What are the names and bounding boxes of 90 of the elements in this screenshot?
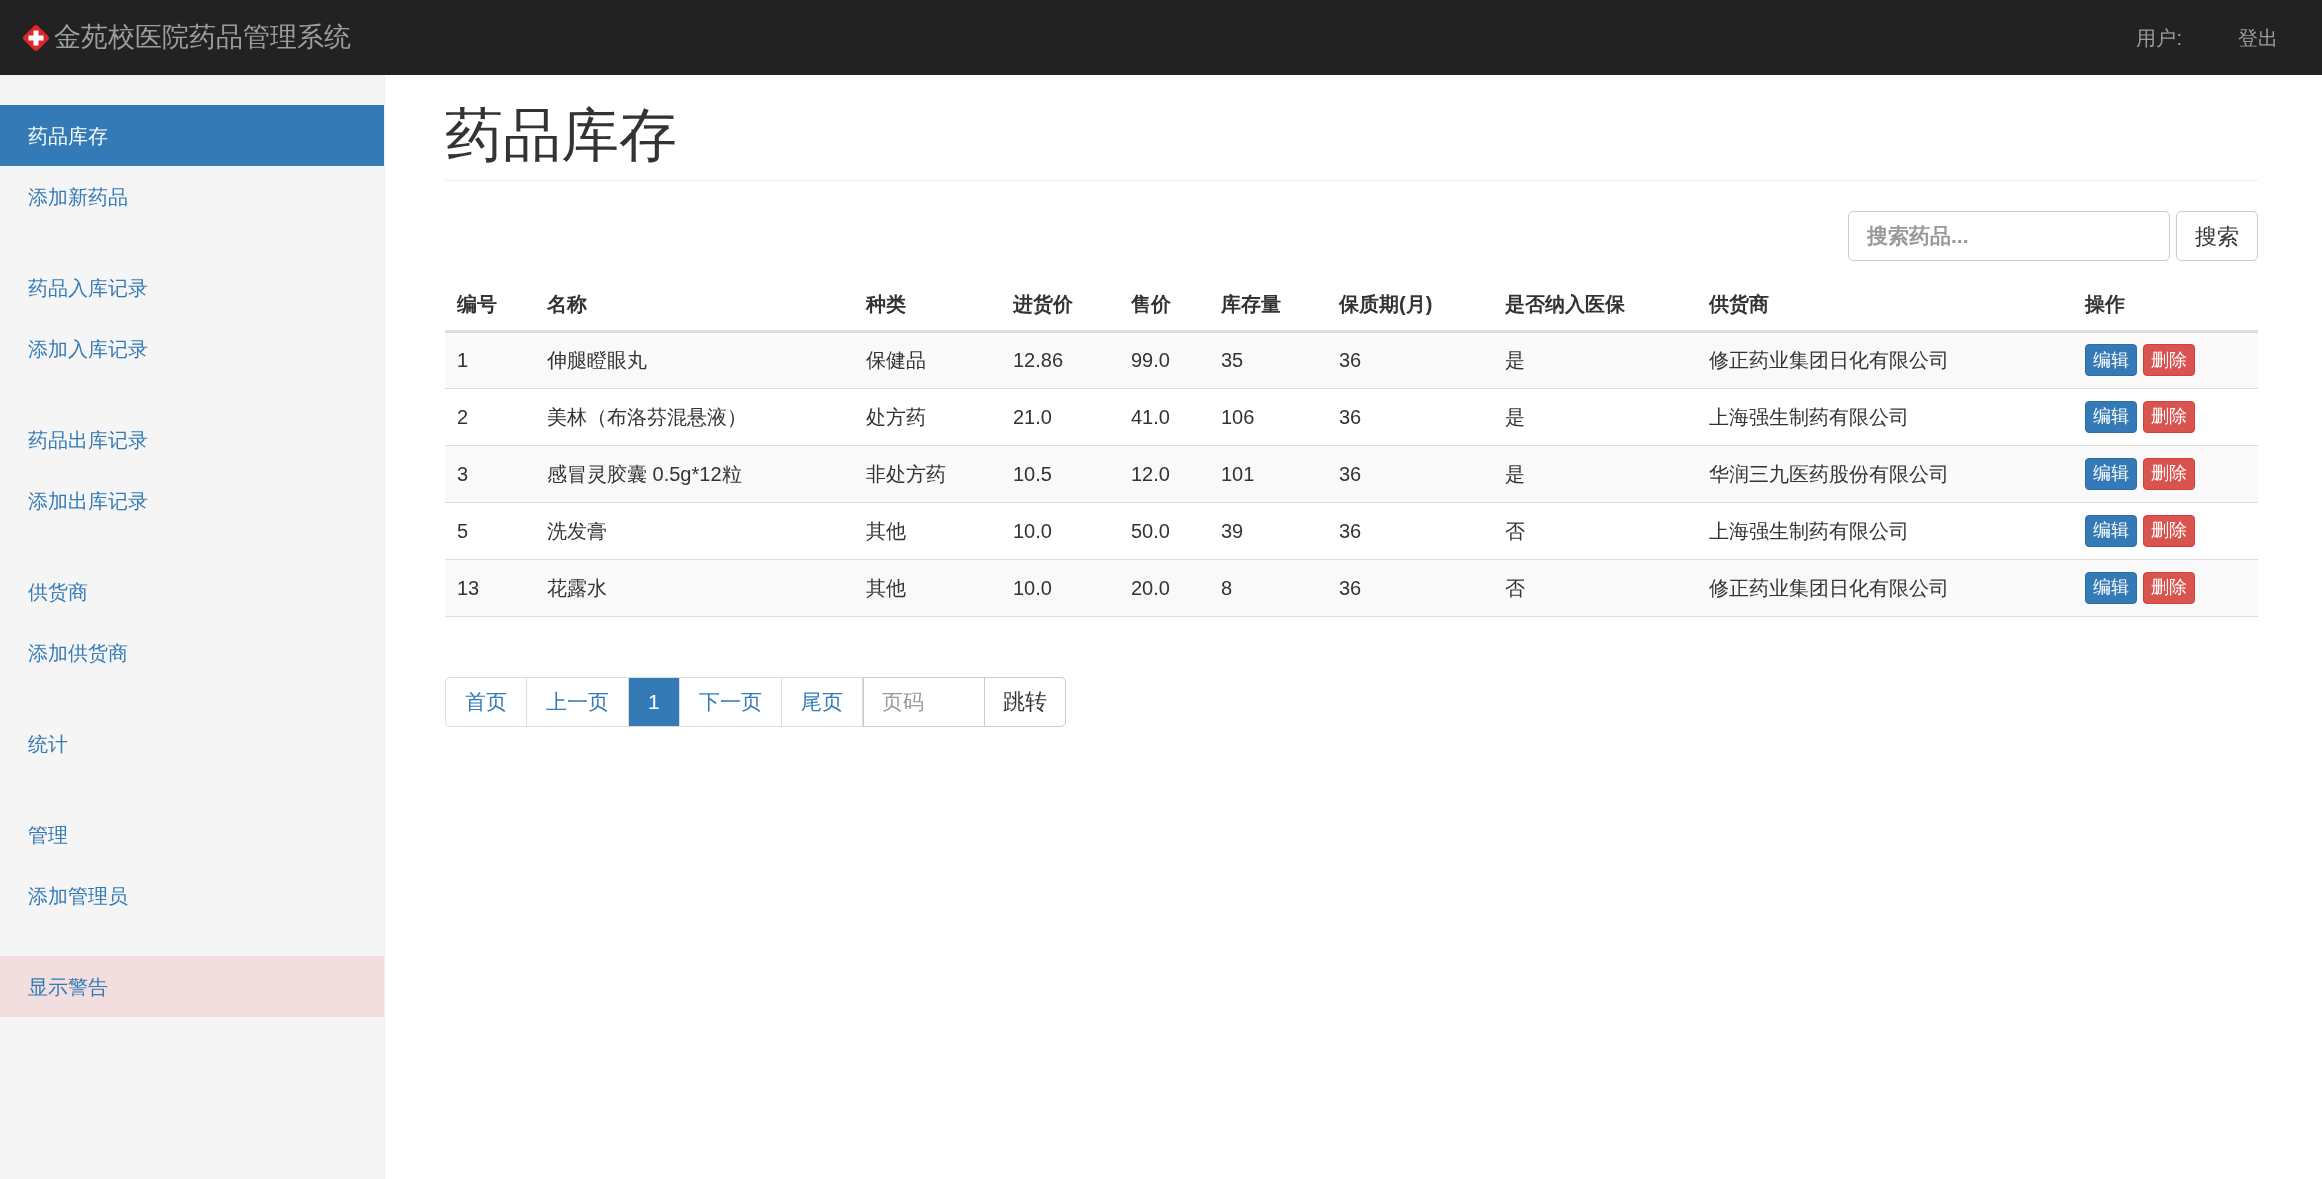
table-cell: 否 — [1493, 502, 1697, 560]
table-cell: 101 — [1209, 445, 1327, 503]
table-cell: 8 — [1209, 559, 1327, 617]
table-cell: 36 — [1327, 445, 1493, 503]
jump-button[interactable]: 跳转 — [983, 676, 1066, 727]
table-cell: 21.0 — [1001, 388, 1119, 446]
table-cell: 39 — [1209, 502, 1327, 560]
table-cell: 修正药业集团日化有限公司 — [1697, 559, 2073, 617]
sidebar-item[interactable]: 统计 — [0, 713, 384, 774]
column-header: 库存量 — [1209, 277, 1327, 332]
table-cell: 感冒灵胶囊 0.5g*12粒 — [535, 445, 854, 503]
column-header: 是否纳入医保 — [1493, 277, 1697, 332]
edit-button[interactable]: 编辑 — [2085, 344, 2137, 377]
table-cell: 10.5 — [1001, 445, 1119, 503]
table-cell: 伸腿瞪眼丸 — [535, 331, 854, 389]
table-cell: 1 — [445, 331, 535, 389]
brand-title[interactable]: 金苑校医院药品管理系统 — [54, 17, 351, 58]
sidebar-item[interactable]: 添加入库记录 — [0, 318, 384, 379]
edit-button[interactable]: 编辑 — [2085, 400, 2137, 433]
edit-button[interactable]: 编辑 — [2085, 571, 2137, 604]
table-cell: 35 — [1209, 331, 1327, 389]
sidebar-item[interactable]: 显示警告 — [0, 956, 384, 1017]
table-cell: 非处方药 — [854, 445, 1001, 503]
sidebar-item[interactable]: 添加管理员 — [0, 865, 384, 926]
table-cell: 36 — [1327, 559, 1493, 617]
delete-button[interactable]: 删除 — [2143, 571, 2195, 604]
table-cell: 36 — [1327, 331, 1493, 389]
table-cell: 保健品 — [854, 331, 1001, 389]
column-header: 操作 — [2073, 277, 2258, 332]
column-header: 编号 — [445, 277, 535, 332]
delete-button[interactable]: 删除 — [2143, 514, 2195, 547]
table-cell: 花露水 — [535, 559, 854, 617]
table-cell: 华润三九医药股份有限公司 — [1697, 445, 2073, 503]
pagination-link[interactable]: 下一页 — [678, 676, 782, 727]
table-cell: 3 — [445, 445, 535, 503]
table-cell: 12.0 — [1119, 445, 1209, 503]
delete-button[interactable]: 删除 — [2143, 457, 2195, 490]
sidebar-item[interactable]: 管理 — [0, 804, 384, 865]
table-cell: 10.0 — [1001, 559, 1119, 617]
column-header: 供货商 — [1697, 277, 2073, 332]
sidebar-item[interactable]: 药品入库记录 — [0, 257, 384, 318]
table-cell: 2 — [445, 388, 535, 446]
table-cell: 上海强生制药有限公司 — [1697, 388, 2073, 446]
pagination-link[interactable]: 尾页 — [780, 676, 863, 727]
table-cell: 12.86 — [1001, 331, 1119, 389]
column-header: 种类 — [854, 277, 1001, 332]
table-cell: 5 — [445, 502, 535, 560]
table-cell: 50.0 — [1119, 502, 1209, 560]
column-header: 名称 — [535, 277, 854, 332]
sidebar-item[interactable]: 添加供货商 — [0, 622, 384, 683]
table-cell: 美林（布洛芬混悬液） — [535, 388, 854, 446]
table-cell: 99.0 — [1119, 331, 1209, 389]
sidebar-item[interactable]: 药品库存 — [0, 105, 384, 166]
column-header: 保质期(月) — [1327, 277, 1493, 332]
table-cell: 106 — [1209, 388, 1327, 446]
column-header: 进货价 — [1001, 277, 1119, 332]
table-cell: 36 — [1327, 388, 1493, 446]
edit-button[interactable]: 编辑 — [2085, 457, 2137, 490]
table-cell: 10.0 — [1001, 502, 1119, 560]
table-cell: 修正药业集团日化有限公司 — [1697, 331, 2073, 389]
edit-button[interactable]: 编辑 — [2085, 514, 2137, 547]
table-cell: 36 — [1327, 502, 1493, 560]
delete-button[interactable]: 删除 — [2143, 400, 2195, 433]
table-cell: 是 — [1493, 388, 1697, 446]
table-cell: 上海强生制药有限公司 — [1697, 502, 2073, 560]
pagination-link[interactable]: 1 — [628, 676, 680, 727]
table-cell: 其他 — [854, 502, 1001, 560]
table-cell: 处方药 — [854, 388, 1001, 446]
page-title: 药品库存 — [445, 97, 2258, 182]
table-cell: 是 — [1493, 331, 1697, 389]
user-label: 用户: — [2136, 25, 2182, 51]
pagination-link[interactable]: 首页 — [445, 676, 527, 727]
pagination-link[interactable]: 上一页 — [526, 676, 629, 727]
table-cell: 41.0 — [1119, 388, 1209, 446]
table-cell: 否 — [1493, 559, 1697, 617]
sidebar-item[interactable]: 添加新药品 — [0, 166, 384, 227]
table-cell: 其他 — [854, 559, 1001, 617]
sidebar-item[interactable]: 药品出库记录 — [0, 409, 384, 470]
sidebar-item[interactable]: 添加出库记录 — [0, 470, 384, 531]
delete-button[interactable]: 删除 — [2143, 344, 2195, 377]
search-field[interactable]: 搜索药品... — [1848, 211, 2170, 262]
sidebar-item[interactable]: 供货商 — [0, 561, 384, 622]
table-cell: 20.0 — [1119, 559, 1209, 617]
table-cell: 13 — [445, 559, 535, 617]
table-cell: 洗发膏 — [535, 502, 854, 560]
search-button[interactable]: 搜索 — [2176, 211, 2258, 262]
logout-link[interactable]: 登出 — [2238, 22, 2278, 53]
column-header: 售价 — [1119, 277, 1209, 332]
table-cell: 是 — [1493, 445, 1697, 503]
page-number-field[interactable]: 页码 — [862, 676, 985, 727]
